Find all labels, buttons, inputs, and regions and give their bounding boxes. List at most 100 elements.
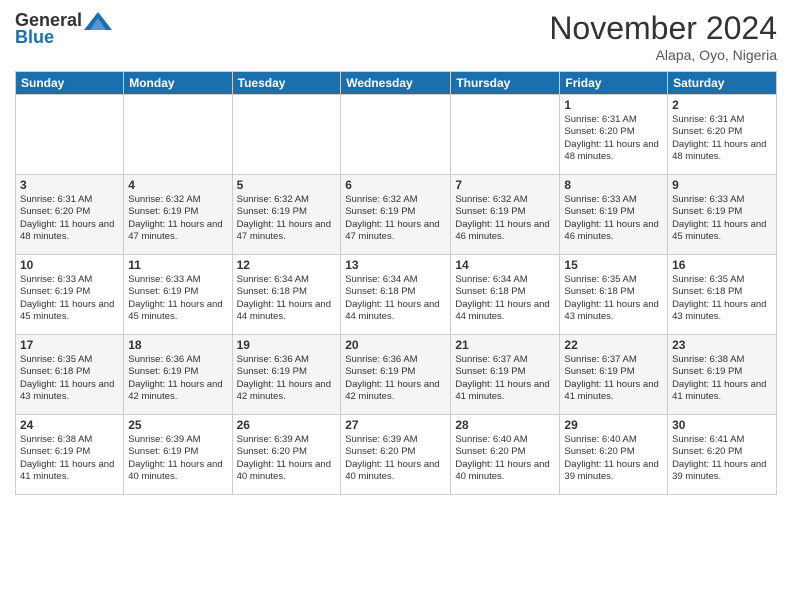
calendar-day-cell: 23 Sunrise: 6:38 AMSunset: 6:19 PMDayligh…	[668, 335, 777, 415]
calendar-day-cell: 27 Sunrise: 6:39 AMSunset: 6:20 PMDayligh…	[341, 415, 451, 495]
day-info: Sunrise: 6:36 AMSunset: 6:19 PMDaylight:…	[237, 354, 337, 403]
month-title: November 2024	[549, 10, 777, 47]
day-info: Sunrise: 6:35 AMSunset: 6:18 PMDaylight:…	[564, 274, 663, 323]
day-info: Sunrise: 6:36 AMSunset: 6:19 PMDaylight:…	[128, 354, 227, 403]
day-number: 1	[564, 98, 663, 112]
calendar-day-header: Monday	[124, 72, 232, 95]
day-number: 27	[345, 418, 446, 432]
day-info: Sunrise: 6:32 AMSunset: 6:19 PMDaylight:…	[237, 194, 337, 243]
calendar-day-cell: 28 Sunrise: 6:40 AMSunset: 6:20 PMDayligh…	[451, 415, 560, 495]
day-info: Sunrise: 6:38 AMSunset: 6:19 PMDaylight:…	[672, 354, 772, 403]
day-info: Sunrise: 6:38 AMSunset: 6:19 PMDaylight:…	[20, 434, 119, 483]
calendar-day-header: Tuesday	[232, 72, 341, 95]
day-number: 22	[564, 338, 663, 352]
calendar-day-cell: 20Sunrise: 6:36 AMSunset: 6:19 PMDayligh…	[341, 335, 451, 415]
day-number: 30	[672, 418, 772, 432]
day-info: Sunrise: 6:40 AMSunset: 6:20 PMDaylight:…	[455, 434, 555, 483]
day-number: 19	[237, 338, 337, 352]
calendar-day-cell: 12 Sunrise: 6:34 AMSunset: 6:18 PMDayligh…	[232, 255, 341, 335]
calendar-day-cell: 24Sunrise: 6:38 AMSunset: 6:19 PMDayligh…	[16, 415, 124, 495]
day-info: Sunrise: 6:31 AMSunset: 6:20 PMDaylight:…	[672, 114, 772, 163]
day-number: 21	[455, 338, 555, 352]
day-number: 8	[564, 178, 663, 192]
calendar-day-cell: 21 Sunrise: 6:37 AMSunset: 6:19 PMDayligh…	[451, 335, 560, 415]
calendar-day-cell: 17 Sunrise: 6:35 AMSunset: 6:18 PMDayligh…	[16, 335, 124, 415]
calendar-day-cell: 6Sunrise: 6:32 AMSunset: 6:19 PMDaylight…	[341, 175, 451, 255]
day-info: Sunrise: 6:34 AMSunset: 6:18 PMDaylight:…	[237, 274, 337, 323]
calendar-day-cell: 11Sunrise: 6:33 AMSunset: 6:19 PMDayligh…	[124, 255, 232, 335]
calendar-week-row: 24Sunrise: 6:38 AMSunset: 6:19 PMDayligh…	[16, 415, 777, 495]
calendar-day-cell	[232, 95, 341, 175]
calendar-day-header: Friday	[560, 72, 668, 95]
day-number: 18	[128, 338, 227, 352]
calendar-day-cell: 29 Sunrise: 6:40 AMSunset: 6:20 PMDayligh…	[560, 415, 668, 495]
calendar-day-header: Sunday	[16, 72, 124, 95]
calendar-day-cell: 7 Sunrise: 6:32 AMSunset: 6:19 PMDaylight…	[451, 175, 560, 255]
day-info: Sunrise: 6:32 AMSunset: 6:19 PMDaylight:…	[455, 194, 555, 243]
calendar-day-cell: 10 Sunrise: 6:33 AMSunset: 6:19 PMDayligh…	[16, 255, 124, 335]
calendar-day-cell: 4 Sunrise: 6:32 AMSunset: 6:19 PMDaylight…	[124, 175, 232, 255]
day-number: 3	[20, 178, 119, 192]
calendar-day-cell: 18 Sunrise: 6:36 AMSunset: 6:19 PMDayligh…	[124, 335, 232, 415]
calendar-day-cell	[451, 95, 560, 175]
title-section: November 2024 Alapa, Oyo, Nigeria	[549, 10, 777, 63]
calendar-day-header: Saturday	[668, 72, 777, 95]
calendar-day-cell: 19 Sunrise: 6:36 AMSunset: 6:19 PMDayligh…	[232, 335, 341, 415]
day-info: Sunrise: 6:32 AMSunset: 6:19 PMDaylight:…	[128, 194, 227, 243]
calendar-day-cell: 13Sunrise: 6:34 AMSunset: 6:18 PMDayligh…	[341, 255, 451, 335]
day-info: Sunrise: 6:40 AMSunset: 6:20 PMDaylight:…	[564, 434, 663, 483]
location: Alapa, Oyo, Nigeria	[549, 47, 777, 63]
calendar-day-cell: 9Sunrise: 6:33 AMSunset: 6:19 PMDaylight…	[668, 175, 777, 255]
calendar-day-cell: 26 Sunrise: 6:39 AMSunset: 6:20 PMDayligh…	[232, 415, 341, 495]
day-number: 25	[128, 418, 227, 432]
logo: General Blue	[15, 10, 112, 48]
page-header: General Blue November 2024 Alapa, Oyo, N…	[15, 10, 777, 63]
day-number: 17	[20, 338, 119, 352]
day-number: 2	[672, 98, 772, 112]
calendar-day-cell	[124, 95, 232, 175]
day-number: 29	[564, 418, 663, 432]
calendar-day-header: Thursday	[451, 72, 560, 95]
day-info: Sunrise: 6:33 AMSunset: 6:19 PMDaylight:…	[20, 274, 119, 323]
day-number: 10	[20, 258, 119, 272]
calendar-day-cell: 14 Sunrise: 6:34 AMSunset: 6:18 PMDayligh…	[451, 255, 560, 335]
day-info: Sunrise: 6:34 AMSunset: 6:18 PMDaylight:…	[455, 274, 555, 323]
day-number: 23	[672, 338, 772, 352]
day-number: 4	[128, 178, 227, 192]
day-info: Sunrise: 6:39 AMSunset: 6:20 PMDaylight:…	[237, 434, 337, 483]
day-info: Sunrise: 6:31 AMSunset: 6:20 PMDaylight:…	[564, 114, 663, 163]
day-number: 15	[564, 258, 663, 272]
calendar-week-row: 1 Sunrise: 6:31 AMSunset: 6:20 PMDaylight…	[16, 95, 777, 175]
day-info: Sunrise: 6:41 AMSunset: 6:20 PMDaylight:…	[672, 434, 772, 483]
calendar-day-cell: 1 Sunrise: 6:31 AMSunset: 6:20 PMDaylight…	[560, 95, 668, 175]
calendar-day-cell: 16Sunrise: 6:35 AMSunset: 6:18 PMDayligh…	[668, 255, 777, 335]
day-number: 28	[455, 418, 555, 432]
calendar-day-cell: 15 Sunrise: 6:35 AMSunset: 6:18 PMDayligh…	[560, 255, 668, 335]
day-number: 12	[237, 258, 337, 272]
logo-blue: Blue	[15, 27, 54, 48]
day-number: 7	[455, 178, 555, 192]
day-info: Sunrise: 6:35 AMSunset: 6:18 PMDaylight:…	[20, 354, 119, 403]
day-info: Sunrise: 6:35 AMSunset: 6:18 PMDaylight:…	[672, 274, 772, 323]
day-number: 26	[237, 418, 337, 432]
day-info: Sunrise: 6:39 AMSunset: 6:19 PMDaylight:…	[128, 434, 227, 483]
day-info: Sunrise: 6:33 AMSunset: 6:19 PMDaylight:…	[564, 194, 663, 243]
calendar-header-row: SundayMondayTuesdayWednesdayThursdayFrid…	[16, 72, 777, 95]
day-number: 13	[345, 258, 446, 272]
day-info: Sunrise: 6:33 AMSunset: 6:19 PMDaylight:…	[128, 274, 227, 323]
calendar-day-cell	[341, 95, 451, 175]
day-number: 14	[455, 258, 555, 272]
day-info: Sunrise: 6:37 AMSunset: 6:19 PMDaylight:…	[455, 354, 555, 403]
day-info: Sunrise: 6:32 AMSunset: 6:19 PMDaylight:…	[345, 194, 446, 243]
calendar-day-cell: 3 Sunrise: 6:31 AMSunset: 6:20 PMDaylight…	[16, 175, 124, 255]
day-number: 5	[237, 178, 337, 192]
day-info: Sunrise: 6:31 AMSunset: 6:20 PMDaylight:…	[20, 194, 119, 243]
day-number: 9	[672, 178, 772, 192]
day-number: 20	[345, 338, 446, 352]
day-info: Sunrise: 6:37 AMSunset: 6:19 PMDaylight:…	[564, 354, 663, 403]
calendar-week-row: 10 Sunrise: 6:33 AMSunset: 6:19 PMDayligh…	[16, 255, 777, 335]
day-info: Sunrise: 6:39 AMSunset: 6:20 PMDaylight:…	[345, 434, 446, 483]
calendar-day-cell	[16, 95, 124, 175]
calendar-table: SundayMondayTuesdayWednesdayThursdayFrid…	[15, 71, 777, 495]
calendar-day-cell: 22 Sunrise: 6:37 AMSunset: 6:19 PMDayligh…	[560, 335, 668, 415]
